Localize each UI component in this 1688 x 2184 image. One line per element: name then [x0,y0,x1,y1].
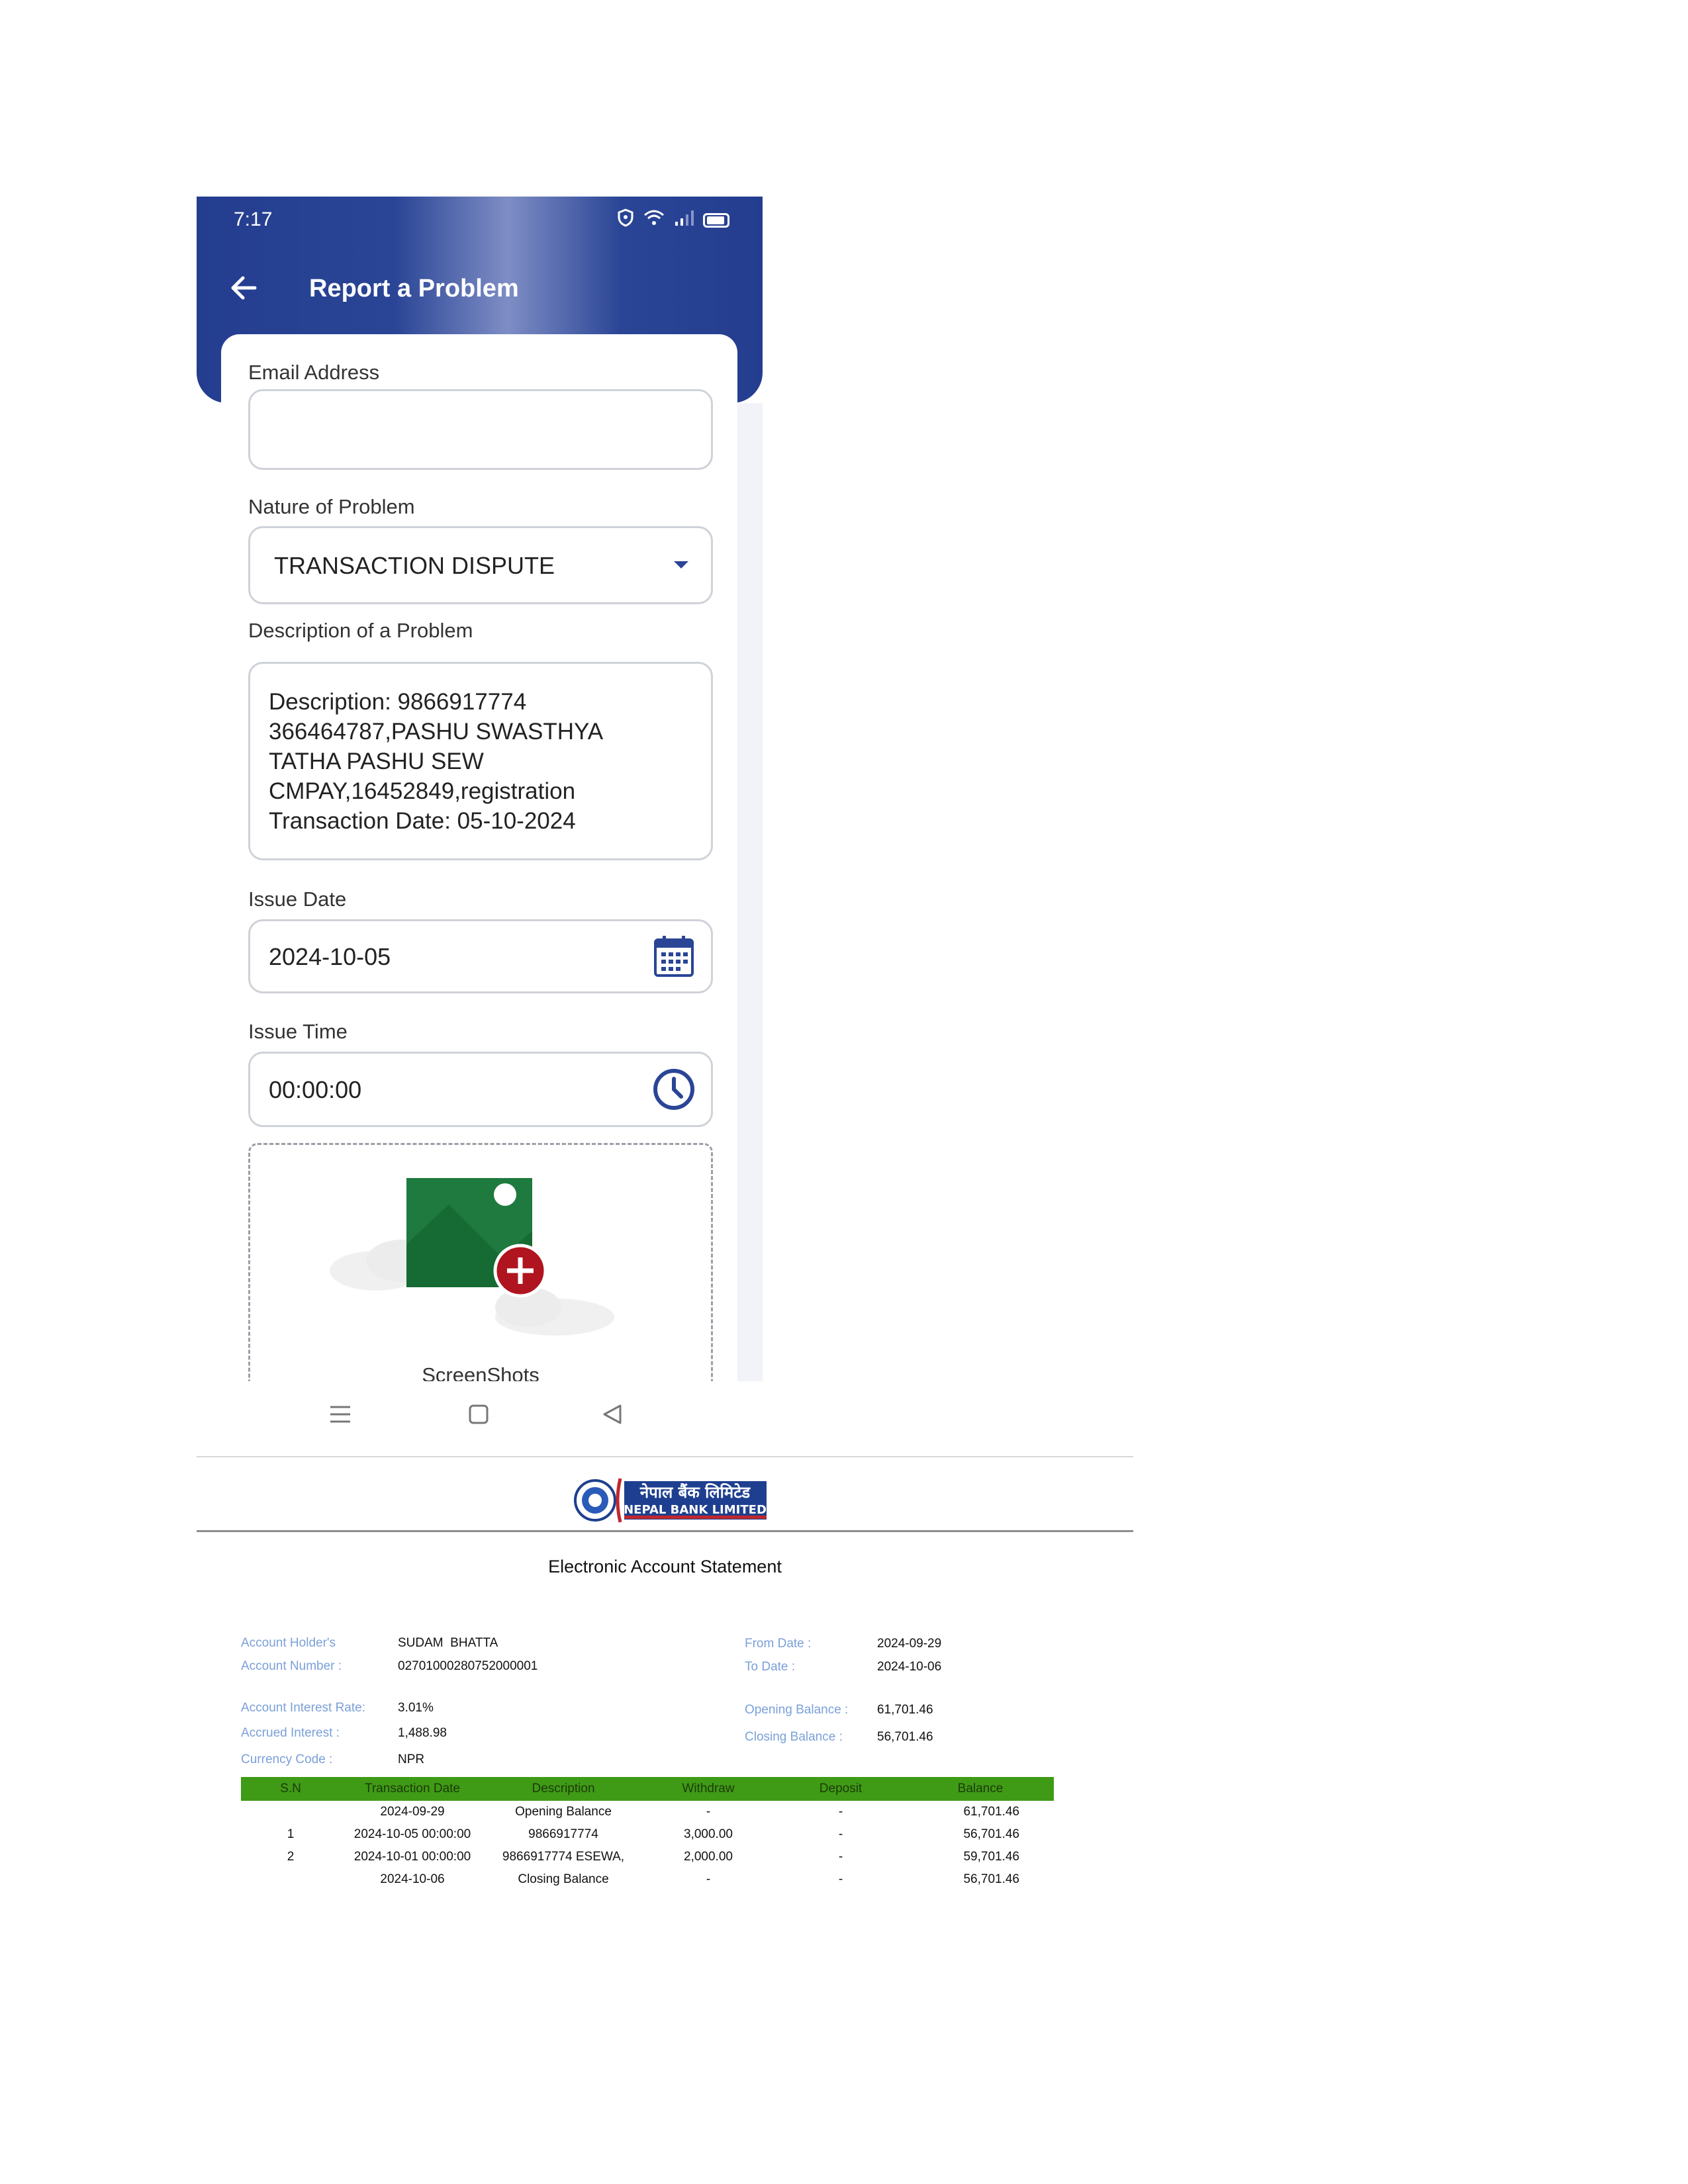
status-time: 7:17 [234,208,273,230]
account-number-label: Account Number : [241,1659,342,1673]
issue-time-field[interactable]: 00:00:00 [248,1052,713,1127]
table-cell: - [838,1872,843,1886]
phone-background-left [197,403,221,1381]
screen-title: Report a Problem [309,275,519,302]
table-cell: Opening Balance [515,1805,612,1819]
calendar-icon[interactable] [653,934,695,981]
bank-logo: नेपाल बैंक लिमिटेड NEPAL BANK LIMITED [574,1475,769,1526]
table-cell: - [706,1872,711,1886]
screenshots-label: ScreenShots [422,1363,539,1381]
description-label: Description of a Problem [248,619,473,642]
phone-background-right [737,403,763,1381]
svg-text:नेपाल बैंक लिमिटेड: नेपाल बैंक लिमिटेड [639,1483,751,1502]
holder-value: SUDAM BHATTA [398,1636,498,1650]
description-value: Description: 9866917774 366464787,PASHU … [269,689,604,834]
column-header: Withdraw [642,1777,774,1801]
accrued-interest-label: Accrued Interest : [241,1726,340,1740]
wifi-icon [643,209,665,231]
battery-icon [703,212,729,228]
status-icons [617,208,729,232]
transactions-table: S.N Transaction Date Description Withdra… [241,1777,1054,1891]
issue-time-label: Issue Time [248,1020,348,1043]
svg-text:NEPAL BANK LIMITED: NEPAL BANK LIMITED [624,1503,767,1517]
table-cell: 59,701.46 [963,1850,1019,1864]
table-cell: - [838,1850,843,1864]
table-cell: 2 [287,1850,295,1864]
accrued-interest-value: 1,488.98 [398,1726,447,1740]
table-header-row: S.N Transaction Date Description Withdra… [241,1777,1054,1801]
chevron-down-icon [674,561,688,569]
back-triangle-icon[interactable] [602,1404,623,1428]
issue-time-value: 00:00:00 [269,1076,362,1103]
table-row: 2024-10-06 Closing Balance - - 56,701.46 [241,1868,1054,1891]
closing-balance-value: 56,701.46 [877,1730,933,1744]
column-header: Deposit [774,1777,907,1801]
interest-rate-value: 3.01% [398,1701,434,1715]
table-cell: 3,000.00 [684,1827,733,1841]
table-cell: 9866917774 [528,1827,598,1841]
account-number-value: 02701000280752000001 [398,1659,538,1673]
column-header: Balance [907,1777,1054,1801]
table-cell: 56,701.46 [963,1827,1019,1841]
currency-value: NPR [398,1752,425,1766]
signal-icon [674,210,694,230]
table-cell: 61,701.46 [963,1805,1019,1819]
opening-balance-label: Opening Balance : [745,1703,849,1717]
column-header: Description [485,1777,642,1801]
statement-title: Electronic Account Statement [548,1557,782,1576]
closing-balance-label: Closing Balance : [745,1730,843,1744]
back-arrow-icon[interactable] [224,268,264,308]
table-cell: - [838,1827,843,1841]
column-header: Transaction Date [340,1777,485,1801]
nature-label: Nature of Problem [248,495,415,518]
table-row: 1 2024-10-05 00:00:00 9866917774 3,000.0… [241,1823,1054,1846]
description-textarea[interactable]: Description: 9866917774 366464787,PASHU … [248,662,713,860]
phone-screenshot: 7:17 Report a Problem Email Address Natu… [197,197,763,1381]
issue-date-label: Issue Date [248,887,347,911]
table-cell: - [706,1805,711,1819]
issue-date-value: 2024-10-05 [269,943,391,970]
interest-rate-label: Account Interest Rate: [241,1701,365,1715]
screenshot-upload-area[interactable]: ScreenShots [248,1143,713,1381]
clock-icon[interactable] [651,1067,696,1115]
table-cell: 2024-09-29 [380,1805,445,1819]
currency-label: Currency Code : [241,1752,333,1766]
table-cell: Closing Balance [518,1872,609,1886]
table-cell [241,1801,340,1823]
column-header: S.N [241,1777,340,1801]
table-cell: 2024-10-01 00:00:00 [353,1850,471,1864]
to-date-value: 2024-10-06 [877,1660,942,1674]
opening-balance-value: 61,701.46 [877,1703,933,1717]
form-card: Email Address Nature of Problem TRANSACT… [221,334,737,1381]
table-cell: 2024-10-06 [380,1872,445,1886]
home-icon[interactable] [468,1404,489,1428]
table-cell: - [838,1805,843,1819]
issue-date-field[interactable]: 2024-10-05 [248,919,713,993]
from-date-label: From Date : [745,1637,812,1651]
table-cell: 9866917774 ESEWA, [502,1850,625,1864]
add-image-icon [330,1178,614,1336]
table-cell: 2,000.00 [684,1850,733,1864]
table-cell: 1 [287,1827,295,1841]
nature-selected-value: TRANSACTION DISPUTE [274,552,555,579]
nature-of-problem-select[interactable]: TRANSACTION DISPUTE [248,526,713,604]
header-rule [197,1530,1133,1532]
table-row: 2 2024-10-01 00:00:00 9866917774 ESEWA, … [241,1846,1054,1868]
bank-statement: नेपाल बैंक लिमिटेड NEPAL BANK LIMITED El… [197,1456,1133,1952]
system-nav-bar [197,1381,763,1457]
top-divider [197,1456,1133,1457]
table-cell: 2024-10-05 00:00:00 [353,1827,471,1841]
table-row: 2024-09-29 Opening Balance - - 61,701.46 [241,1801,1054,1823]
email-field[interactable] [248,389,713,470]
from-date-value: 2024-09-29 [877,1637,942,1651]
shield-icon [617,208,634,232]
holder-label: Account Holder's [241,1636,336,1650]
to-date-label: To Date : [745,1660,796,1674]
email-label: Email Address [248,361,380,384]
menu-icon[interactable] [329,1404,352,1428]
table-cell [241,1868,340,1891]
table-cell: 56,701.46 [963,1872,1019,1886]
